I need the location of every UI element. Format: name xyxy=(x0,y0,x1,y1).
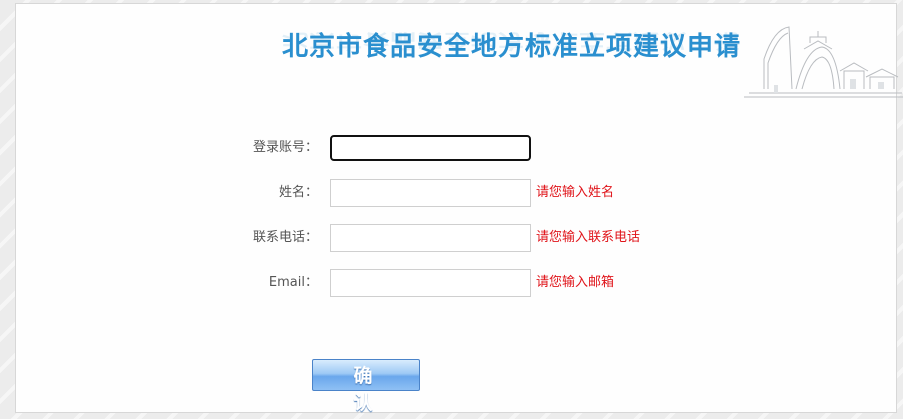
name-label: 姓名： xyxy=(278,185,318,200)
name-hint: 请您输入姓名 xyxy=(536,185,615,200)
phone-input[interactable] xyxy=(330,224,531,252)
phone-label: 联系电话： xyxy=(252,230,318,245)
account-input[interactable] xyxy=(330,135,531,161)
confirm-button[interactable]: 确 认 xyxy=(312,359,420,414)
phone-hint: 请您输入联系电话 xyxy=(536,230,641,245)
phone-row: 联系电话： 请您输入联系电话 xyxy=(16,224,898,252)
email-input[interactable] xyxy=(330,269,531,297)
email-label: Email： xyxy=(268,275,318,290)
account-label: 登录账号： xyxy=(252,140,318,155)
email-row: Email： 请您输入邮箱 xyxy=(16,269,898,297)
email-hint: 请您输入邮箱 xyxy=(536,275,615,290)
name-row: 姓名： 请您输入姓名 xyxy=(16,179,898,207)
account-row: 登录账号： xyxy=(16,134,898,162)
page-title-reflection: 北京市食品安全地方标准立项建议申请 xyxy=(282,29,742,52)
beijing-skyline-decoration xyxy=(744,26,903,98)
name-input[interactable] xyxy=(330,179,531,207)
form-panel: 北京市食品安全地方标准立项建议申请 北京市食品安全地方标准立项建议申请 登录账号… xyxy=(15,3,903,414)
header: 北京市食品安全地方标准立项建议申请 北京市食品安全地方标准立项建议申请 xyxy=(282,26,762,86)
